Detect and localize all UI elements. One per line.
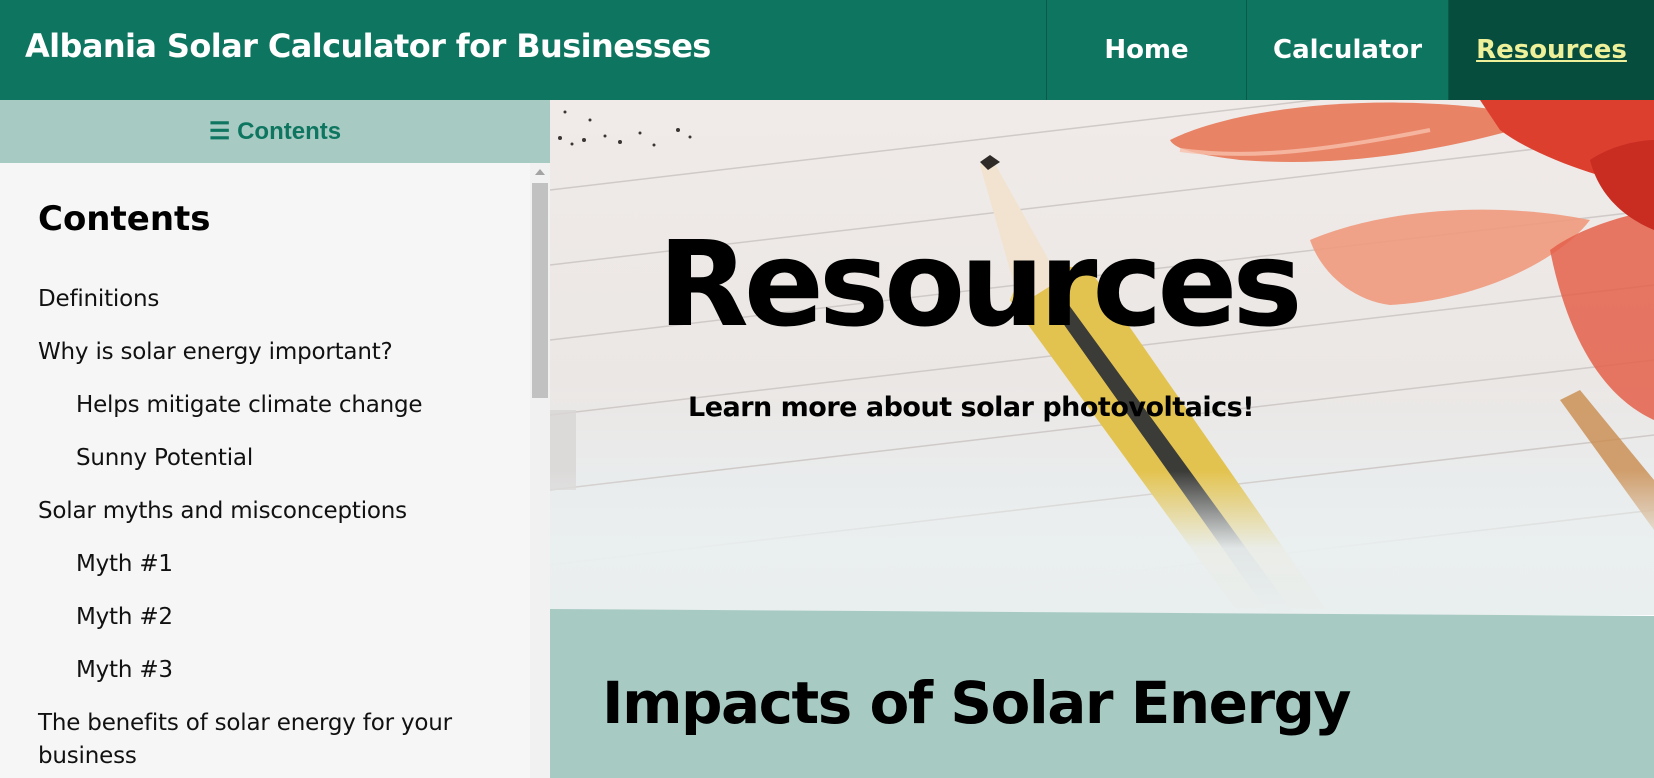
hero-subtitle: Learn more about solar photovoltaics! [688, 392, 1255, 423]
toc-item-climate-change[interactable]: Helps mitigate climate change [38, 389, 498, 422]
sidebar-heading: Contents [38, 199, 211, 239]
main-nav: Home Calculator Resources [1046, 0, 1654, 100]
hero-fade-overlay [550, 100, 1654, 615]
section-title: Impacts of Solar Energy [602, 669, 1351, 737]
toc-item-solar-myths[interactable]: Solar myths and misconceptions [38, 495, 498, 528]
toc-item-definitions[interactable]: Definitions [38, 283, 498, 316]
nav-home-link[interactable]: Home [1046, 0, 1246, 100]
toc-item-myth-2[interactable]: Myth #2 [38, 601, 498, 634]
impacts-section: Impacts of Solar Energy [550, 609, 1654, 778]
toc-item-why-solar-important[interactable]: Why is solar energy important? [38, 336, 498, 369]
scroll-up-arrow-icon[interactable] [535, 169, 545, 175]
hero-title: Resources [658, 215, 1303, 353]
nav-resources-link[interactable]: Resources [1448, 0, 1654, 100]
contents-toggle-button[interactable]: ☰ Contents [0, 100, 550, 163]
toc-item-business-benefits[interactable]: The benefits of solar energy for your bu… [38, 707, 498, 773]
contents-toggle-label: ☰ Contents [208, 118, 342, 145]
top-navigation-bar: Albania Solar Calculator for Businesses … [0, 0, 1654, 100]
toc-item-sunny-potential[interactable]: Sunny Potential [38, 442, 498, 475]
contents-sidebar: Contents Definitions Why is solar energy… [0, 163, 550, 778]
toc-item-myth-1[interactable]: Myth #1 [38, 548, 498, 581]
sidebar-scrollbar[interactable] [530, 163, 550, 778]
site-title[interactable]: Albania Solar Calculator for Businesses [25, 27, 711, 65]
scrollbar-thumb[interactable] [532, 183, 548, 398]
hero-banner: Resources Learn more about solar photovo… [550, 100, 1654, 615]
toc-list: Definitions Why is solar energy importan… [38, 283, 498, 778]
nav-calculator-link[interactable]: Calculator [1246, 0, 1448, 100]
toc-item-myth-3[interactable]: Myth #3 [38, 654, 498, 687]
